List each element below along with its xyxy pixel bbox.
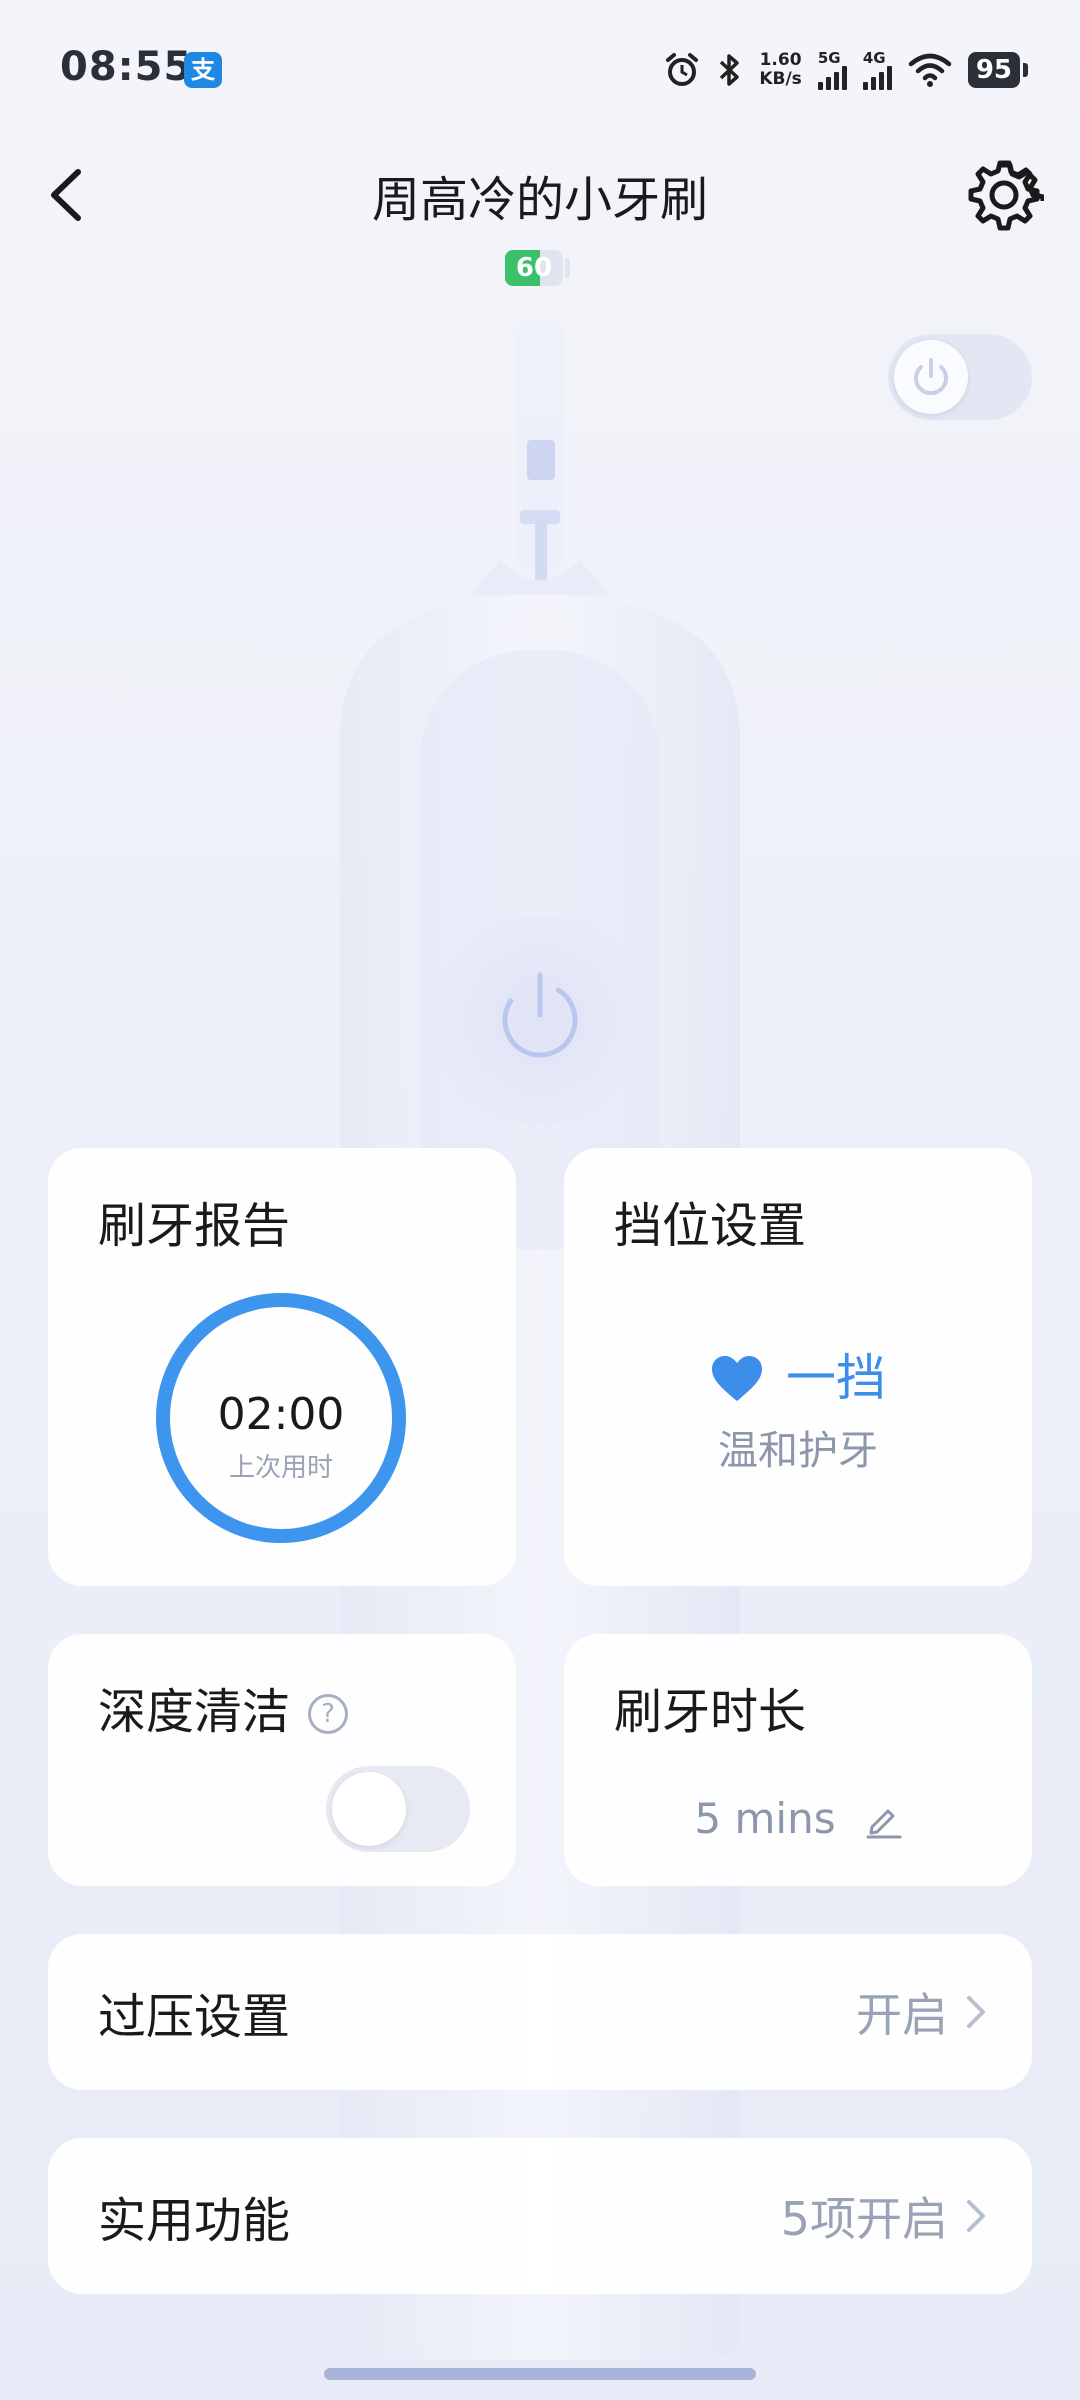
last-duration-ring: 02:00 上次用时: [156, 1293, 406, 1543]
last-duration-label: 上次用时: [228, 1453, 333, 1483]
row-title: 过压设置: [98, 1989, 291, 2045]
bluetooth-icon: [720, 54, 740, 86]
gear-setting-card[interactable]: 挡位设置 一挡 温和护牙: [564, 1148, 1032, 1586]
power-toggle[interactable]: [888, 334, 1032, 420]
row-title: 实用功能: [98, 2193, 291, 2249]
net-speed: 1.60 KB/s: [759, 50, 802, 89]
signal-4g: 4G: [862, 50, 892, 90]
brushing-report-card[interactable]: 刷牙报告 02:00 上次用时: [48, 1148, 516, 1586]
duration-value: 5 mins: [564, 1794, 1032, 1843]
home-indicator[interactable]: [324, 2368, 756, 2380]
card-title: 挡位设置: [614, 1198, 807, 1254]
row-value: 5项开启: [781, 2138, 988, 2294]
gear-level: 一挡: [564, 1338, 1032, 1410]
deep-clean-card: 深度清洁?: [48, 1634, 516, 1886]
practical-functions-row[interactable]: 实用功能 5项开启: [48, 2138, 1032, 2294]
card-title: 刷牙报告: [98, 1198, 291, 1254]
device-battery: 60: [505, 250, 563, 286]
card-title: 刷牙时长: [614, 1684, 807, 1740]
row-value: 开启: [856, 1934, 988, 2090]
brushing-duration-card[interactable]: 刷牙时长 5 mins: [564, 1634, 1032, 1886]
edit-pencil-icon[interactable]: [864, 1801, 902, 1839]
status-time: 08:55: [60, 44, 193, 90]
signal-5g: 5G: [817, 50, 847, 90]
heart-icon: [712, 1356, 762, 1401]
chevron-right-icon: [967, 1996, 985, 2028]
chevron-right-icon: [967, 2200, 985, 2232]
alipay-icon: 支: [184, 52, 222, 88]
page-title: 周高冷的小牙刷: [371, 172, 708, 228]
wifi-icon: [908, 53, 952, 87]
last-duration-time: 02:00: [217, 1389, 345, 1440]
gear-description: 温和护牙: [718, 1428, 878, 1474]
card-title: 深度清洁?: [98, 1672, 349, 1742]
overpressure-setting-row[interactable]: 过压设置 开启: [48, 1934, 1032, 2090]
alarm-icon: [666, 53, 699, 86]
settings-gear-icon[interactable]: [964, 155, 1044, 235]
status-bar: 08:55 支 1.60 KB/s 5G 4G 95: [0, 0, 1080, 140]
help-icon[interactable]: ?: [308, 1694, 349, 1734]
power-toggle-knob: [894, 340, 968, 414]
power-icon: [914, 358, 948, 396]
deep-clean-toggle[interactable]: [326, 1766, 470, 1852]
battery-indicator: 95: [967, 52, 1029, 88]
status-icons: 1.60 KB/s 5G 4G 95: [663, 48, 1029, 92]
